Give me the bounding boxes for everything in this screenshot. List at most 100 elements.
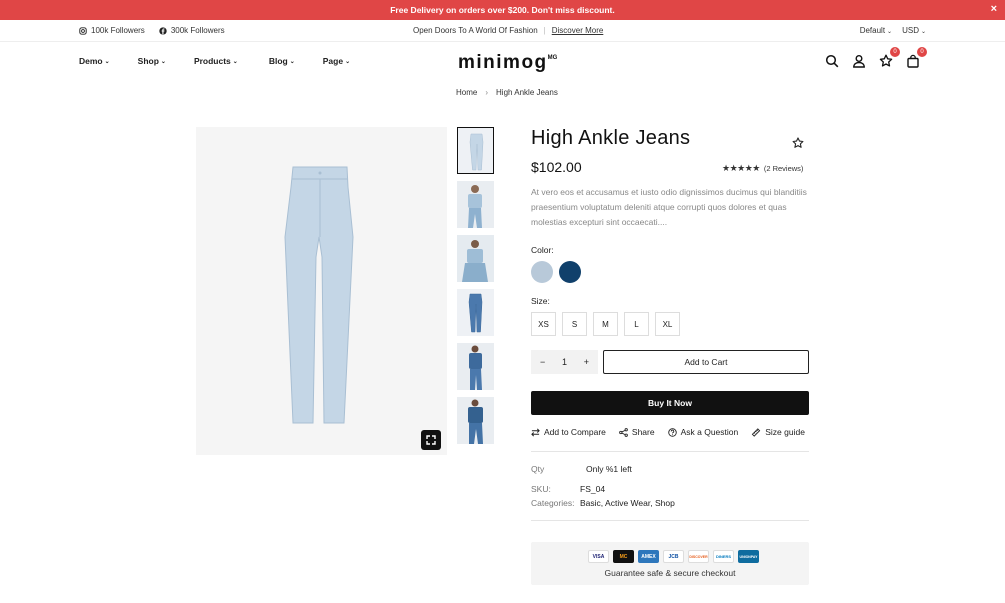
categories-value[interactable]: Basic, Active Wear, Shop: [580, 498, 675, 508]
unionpay-icon: UNIONPAY: [738, 550, 759, 563]
thumbnail-jeans-image: [469, 133, 484, 171]
currency-select[interactable]: USD ⌄: [902, 26, 926, 35]
share-icon: [619, 427, 628, 437]
size-option-l[interactable]: L: [624, 312, 649, 336]
ask-question-link[interactable]: Ask a Question: [667, 427, 739, 437]
breadcrumb-current: High Ankle Jeans: [496, 88, 558, 97]
divider: [531, 451, 809, 452]
color-swatch-light[interactable]: [531, 261, 553, 283]
color-swatch-dark[interactable]: [559, 261, 581, 283]
product-description: At vero eos et accusamus et iusto odio d…: [531, 187, 807, 227]
size-option-xl[interactable]: XL: [655, 312, 680, 336]
nav-item-page[interactable]: Page ⌄: [323, 56, 350, 66]
logo[interactable]: minimogMG: [458, 52, 557, 74]
nav-label: Page: [322, 56, 344, 66]
chevron-down-icon: ⌄: [160, 58, 166, 65]
rating-stars: ★★★★★: [722, 163, 760, 173]
thumbnail[interactable]: [457, 127, 494, 174]
payment-box: VISA MC AMEX JCB DISCOVER DINERS UNIONPA…: [531, 542, 809, 585]
thumbnail-jeans-image: [468, 293, 483, 333]
jcb-icon: JCB: [663, 550, 684, 563]
breadcrumb: Home › High Ankle Jeans: [456, 88, 558, 97]
main-nav: Demo ⌄ Shop ⌄ Products ⌄ Blog ⌄ Page ⌄ minimo…: [0, 42, 1005, 80]
cart-icon[interactable]: 0: [906, 47, 927, 68]
nav-item-blog[interactable]: Blog ⌄: [269, 56, 295, 66]
account-icon[interactable]: [852, 54, 866, 68]
guarantee-text: Guarantee safe & secure checkout: [604, 568, 736, 578]
breadcrumb-home[interactable]: Home: [456, 88, 477, 97]
language-select[interactable]: Default ⌄: [860, 26, 892, 35]
question-icon: [667, 427, 677, 437]
quantity-value[interactable]: 1: [562, 357, 567, 367]
thumbnail-model-image: [457, 235, 494, 282]
size-option-m[interactable]: M: [593, 312, 618, 336]
expand-icon: [426, 435, 436, 445]
logo-text: minimog: [458, 52, 548, 73]
thumbnail[interactable]: [457, 343, 494, 390]
chevron-down-icon: ⌄: [887, 29, 893, 35]
ask-label: Ask a Question: [680, 427, 739, 437]
sku-value: FS_04: [580, 484, 606, 494]
thumbnail-model-image: [457, 181, 494, 228]
rating[interactable]: ★★★★★ (2 Reviews): [722, 163, 803, 174]
search-icon[interactable]: [825, 54, 839, 68]
language-value: Default: [859, 26, 886, 35]
add-to-compare-link[interactable]: Add to Compare: [531, 427, 606, 437]
facebook-link[interactable]: 300k Followers: [159, 26, 225, 35]
product-actions: Add to Compare Share Ask a Question Size…: [531, 427, 805, 437]
size-label: Size:: [531, 296, 550, 306]
thumbnail[interactable]: [457, 289, 494, 336]
thumbnail[interactable]: [457, 181, 494, 228]
chevron-down-icon: ⌄: [232, 58, 238, 65]
chevron-down-icon: ⌄: [920, 29, 926, 35]
buy-now-button[interactable]: Buy It Now: [531, 391, 809, 415]
increase-button[interactable]: +: [584, 357, 589, 367]
product-title: High Ankle Jeans: [531, 127, 691, 149]
nav-label: Shop: [137, 56, 159, 66]
close-icon[interactable]: ×: [991, 3, 997, 15]
chevron-down-icon: ⌄: [345, 58, 351, 65]
thumbnail[interactable]: [457, 235, 494, 282]
thumbnail[interactable]: [457, 397, 494, 444]
zoom-button[interactable]: [421, 430, 441, 450]
color-label: Color:: [531, 245, 554, 255]
instagram-link[interactable]: 100k Followers: [79, 26, 145, 35]
wishlist-icon[interactable]: 0: [879, 47, 900, 68]
categories-key: Categories:: [531, 498, 574, 508]
payment-cards: VISA MC AMEX JCB DISCOVER DINERS UNIONPA…: [588, 550, 759, 563]
decrease-button[interactable]: −: [540, 357, 545, 367]
facebook-followers: 300k Followers: [170, 26, 225, 35]
facebook-icon: [159, 26, 167, 35]
chevron-down-icon: ⌄: [104, 58, 110, 65]
currency-value: USD: [902, 26, 919, 35]
compare-icon: [531, 428, 540, 436]
categories-key-label: Categories:: [531, 498, 575, 508]
nav-label: Demo: [79, 56, 103, 66]
nav-item-demo[interactable]: Demo ⌄: [79, 56, 110, 66]
thumbnail-list: [457, 127, 495, 451]
divider: [531, 520, 809, 521]
wishlist-star-icon[interactable]: [791, 136, 805, 150]
nav-item-products[interactable]: Products ⌄: [194, 56, 238, 66]
size-option-xs[interactable]: XS: [531, 312, 556, 336]
logo-sup: MG: [547, 54, 558, 61]
nav-item-shop[interactable]: Shop ⌄: [138, 56, 166, 66]
thumbnail-model-image: [457, 397, 494, 444]
size-guide-link[interactable]: Size guide: [751, 427, 805, 437]
sku-key: SKU:: [531, 484, 551, 494]
product-info: High Ankle Jeans: [531, 127, 809, 150]
top-bar: 100k Followers 300k Followers Open Doors…: [0, 20, 1005, 42]
size-option-s[interactable]: S: [562, 312, 587, 336]
product-price: $102.00: [531, 159, 582, 175]
divider: |: [543, 26, 546, 35]
instagram-icon: [79, 26, 87, 35]
product-main-image[interactable]: [196, 127, 447, 455]
share-link[interactable]: Share: [619, 427, 655, 437]
instagram-followers: 100k Followers: [91, 26, 145, 35]
cart-badge: 0: [917, 47, 927, 57]
nav-label: Blog: [268, 56, 288, 66]
discover-more-link[interactable]: Discover More: [552, 26, 604, 35]
review-count: (2 Reviews): [763, 164, 804, 173]
mastercard-icon: MC: [613, 550, 634, 563]
add-to-cart-button[interactable]: Add to Cart: [603, 350, 809, 374]
